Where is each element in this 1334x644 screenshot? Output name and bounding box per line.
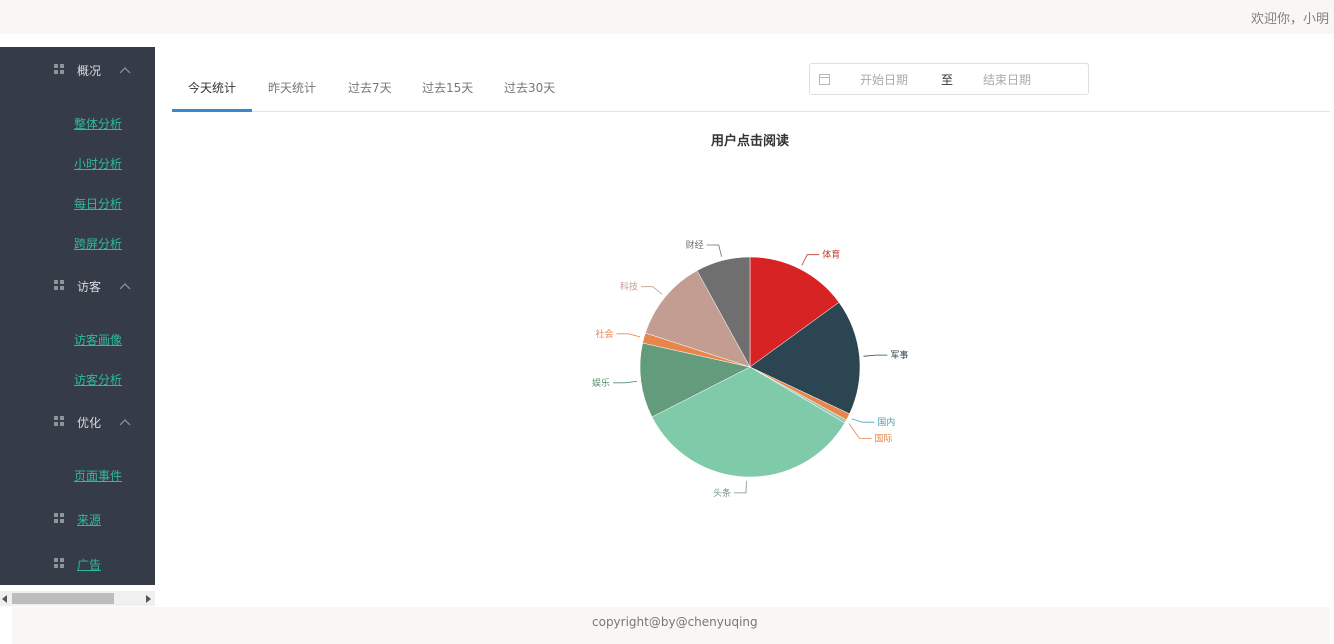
pie-leader-line-0 <box>801 254 820 266</box>
pie-label-1: 军事 <box>890 349 908 361</box>
pie-label-4: 头条 <box>713 487 731 499</box>
top-bar: 欢迎你，小明 <box>0 0 1334 34</box>
menu-group-visitors[interactable]: 访客 <box>0 263 155 307</box>
pie-chart: 体育军事国内国际头条 娱乐 社会 科技 财经 <box>592 239 908 499</box>
pie-leader-line-1 <box>863 354 888 357</box>
menu-group-label: 优化 <box>77 416 102 430</box>
pie-label-2: 国内 <box>877 416 895 428</box>
date-range-separator: 至 <box>941 73 954 87</box>
sidebar-item-source[interactable]: 来源 <box>0 499 155 543</box>
pie-label-5: 娱乐 <box>592 377 610 389</box>
menu-group-overview[interactable]: 概况 <box>0 47 155 91</box>
menu-group-label: 访客 <box>77 280 102 294</box>
pie-leader-line-7 <box>640 286 663 295</box>
sidebar: 概况 整体分析 小时分析 每日分析 跨屏分析 访客 访客画像 访客分析 优化 页… <box>0 47 155 585</box>
footer: copyright@by@chenyuqing <box>12 607 1330 644</box>
scroll-left-arrow-icon[interactable] <box>2 595 7 603</box>
pie-leader-line-6 <box>616 333 641 338</box>
sidebar-item-label: 访客分析 <box>74 373 123 387</box>
pie-label-0: 体育 <box>822 249 840 261</box>
tab-last-7-days[interactable]: 过去7天 <box>348 79 392 96</box>
pie-leader-line-8 <box>706 244 722 257</box>
menu-group-label: 概况 <box>77 64 102 78</box>
sidebar-item-label: 来源 <box>77 513 102 527</box>
chevron-up-icon <box>119 282 131 290</box>
grid-icon <box>54 513 65 524</box>
grid-icon <box>54 64 65 75</box>
sidebar-item-label: 广告 <box>77 558 102 572</box>
pie-leader-line-5 <box>613 380 637 384</box>
sidebar-scrollbar[interactable] <box>0 591 155 606</box>
grid-icon <box>54 416 65 427</box>
pie-label-7: 科技 <box>620 281 638 293</box>
pie-leader-line-2 <box>851 418 875 423</box>
pie-leader-line-3 <box>848 423 872 439</box>
sidebar-item-hourly-analysis[interactable]: 小时分析 <box>0 143 155 183</box>
sidebar-item-label: 小时分析 <box>74 157 123 171</box>
start-date-input[interactable] <box>860 71 930 89</box>
tab-today[interactable]: 今天统计 <box>188 79 236 96</box>
welcome-text: 欢迎你，小明 <box>1250 12 1329 27</box>
tab-last-30-days[interactable]: 过去30天 <box>504 79 555 96</box>
sidebar-item-visitor-analysis[interactable]: 访客分析 <box>0 359 155 399</box>
sidebar-item-daily-analysis[interactable]: 每日分析 <box>0 183 155 223</box>
scrollbar-thumb[interactable] <box>12 593 114 604</box>
tab-last-15-days[interactable]: 过去15天 <box>422 79 473 96</box>
sidebar-item-label: 每日分析 <box>74 197 123 211</box>
chevron-up-icon <box>119 66 131 74</box>
active-tab-indicator <box>172 109 252 112</box>
sidebar-item-overall-analysis[interactable]: 整体分析 <box>0 103 155 143</box>
pie-label-3: 国际 <box>874 433 892 444</box>
sidebar-item-cross-screen-analysis[interactable]: 跨屏分析 <box>0 223 155 263</box>
sidebar-item-ads[interactable]: 广告 <box>0 544 155 585</box>
grid-icon <box>54 280 65 291</box>
calendar-icon <box>819 74 830 85</box>
sidebar-item-label: 跨屏分析 <box>74 237 123 251</box>
pie-leader-line-4 <box>734 480 747 494</box>
grid-icon <box>54 558 65 569</box>
menu-group-optimization[interactable]: 优化 <box>0 399 155 443</box>
sidebar-item-visitor-profile[interactable]: 访客画像 <box>0 319 155 359</box>
tab-divider <box>172 111 1330 112</box>
scroll-right-arrow-icon[interactable] <box>146 595 151 603</box>
date-range-picker[interactable]: 至 <box>809 63 1089 95</box>
sidebar-item-page-events[interactable]: 页面事件 <box>0 455 155 495</box>
pie-label-6: 社会 <box>595 328 613 340</box>
tab-yesterday[interactable]: 昨天统计 <box>268 79 316 96</box>
chart-title: 用户点击阅读 <box>710 134 789 149</box>
sidebar-item-label: 整体分析 <box>74 117 123 131</box>
chevron-up-icon <box>119 418 131 426</box>
end-date-input[interactable] <box>983 71 1053 89</box>
copyright-text: copyright@by@chenyuqing <box>592 615 758 629</box>
sidebar-item-label: 页面事件 <box>74 469 123 483</box>
sidebar-item-label: 访客画像 <box>74 333 123 347</box>
pie-label-8: 财经 <box>686 239 704 251</box>
